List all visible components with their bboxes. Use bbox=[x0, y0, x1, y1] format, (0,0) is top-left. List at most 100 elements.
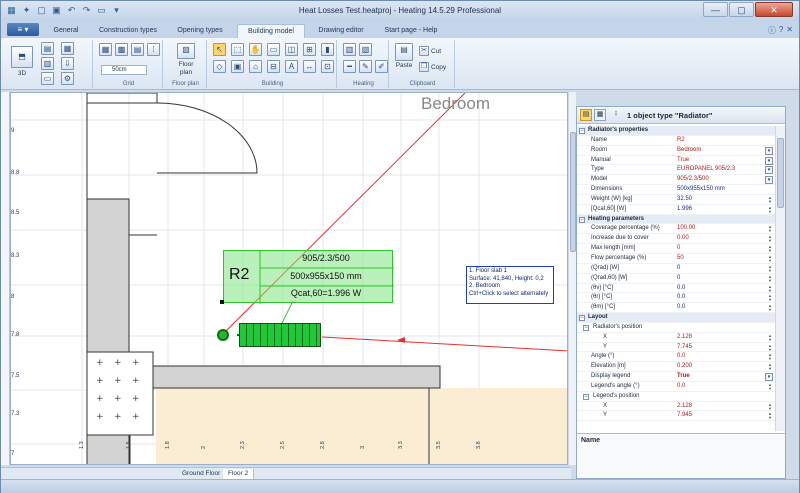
property-row[interactable]: Coverage percentage (%) 100.00 ▲ ▼ bbox=[577, 224, 785, 235]
grid-snap-icon[interactable]: ▦ bbox=[99, 43, 112, 56]
collapse-icon[interactable]: − bbox=[579, 315, 585, 322]
property-value[interactable]: 0.200 bbox=[677, 362, 692, 372]
room-name-label[interactable]: Bedroom bbox=[421, 94, 490, 114]
spinner-icon[interactable]: ▲ ▼ bbox=[767, 382, 773, 391]
property-value[interactable]: 0.00 bbox=[677, 234, 689, 244]
tab-ground-floor[interactable]: Ground Floor bbox=[177, 469, 227, 479]
property-value[interactable]: 0.0 bbox=[677, 352, 685, 362]
spinner-icon[interactable]: ▲ ▼ bbox=[767, 402, 773, 411]
room-icon[interactable]: ▣ bbox=[231, 60, 244, 73]
radiator-node[interactable] bbox=[217, 329, 229, 341]
grid-size-select[interactable]: 50cm bbox=[101, 65, 147, 75]
property-row[interactable]: Model 905/2.3/500 ▾ bbox=[577, 175, 785, 186]
property-value[interactable]: 0 bbox=[677, 244, 680, 254]
property-section[interactable]: − Heating parameters bbox=[577, 214, 785, 225]
image-icon[interactable]: ▦ bbox=[61, 42, 74, 55]
property-value[interactable]: True bbox=[677, 156, 689, 166]
floor-plan-icon[interactable]: ▧ bbox=[177, 43, 195, 59]
radiator-tool-icon[interactable]: ▥ bbox=[343, 43, 356, 56]
property-row[interactable]: Y 7.945 ▲ ▼ bbox=[577, 411, 785, 422]
alphabetical-icon[interactable]: ▦ bbox=[594, 109, 606, 121]
property-row[interactable]: Display legend True ▾ bbox=[577, 372, 785, 382]
property-row[interactable]: Name R2 bbox=[577, 136, 785, 146]
tab-opening-types[interactable]: Opening types bbox=[169, 24, 231, 38]
dropdown-icon[interactable]: ▾ bbox=[765, 156, 773, 165]
export-icon[interactable]: ⇩ bbox=[61, 57, 74, 70]
property-value[interactable]: 2.128 bbox=[677, 333, 692, 343]
spinner-icon[interactable]: ▲ ▼ bbox=[767, 343, 773, 352]
spinner-icon[interactable]: ▲ ▼ bbox=[767, 353, 773, 361]
property-value[interactable]: True bbox=[677, 372, 690, 382]
copy-icon[interactable]: ❐ bbox=[419, 62, 429, 72]
property-row[interactable]: Legend's angle (°) 0.0 ▲ ▼ bbox=[577, 382, 785, 392]
spinner-icon[interactable]: ▲ ▼ bbox=[767, 294, 773, 302]
dropdown-icon[interactable]: ▾ bbox=[765, 176, 773, 185]
radiator-r2[interactable] bbox=[239, 323, 321, 347]
boiler-icon[interactable]: ▧ bbox=[359, 43, 372, 56]
property-row[interactable]: Room Bedroom ▾ bbox=[577, 146, 785, 156]
pencil-icon[interactable]: ✎ bbox=[359, 60, 372, 73]
collapse-icon[interactable]: − bbox=[579, 128, 585, 134]
roof-icon[interactable]: ⌂ bbox=[249, 60, 262, 73]
screen-icon[interactable]: ▭ bbox=[41, 72, 54, 85]
property-row[interactable]: (θv) [°C] 0.0 ▲ ▼ bbox=[577, 284, 785, 294]
column-icon[interactable]: ▮ bbox=[321, 43, 334, 56]
tab-general[interactable]: General bbox=[46, 24, 86, 38]
property-section[interactable]: − Layout bbox=[577, 313, 785, 323]
property-row[interactable]: Increase due to cover 0.00 ▲ ▼ bbox=[577, 234, 785, 245]
sort-icon[interactable]: ↕ bbox=[610, 109, 622, 121]
property-row[interactable]: Weight (W) [kg] 32.50 ▲ ▼ bbox=[577, 195, 785, 205]
pipe-icon[interactable]: ━ bbox=[343, 60, 356, 73]
multi-select-icon[interactable]: ⬚ bbox=[231, 43, 244, 56]
paste-icon[interactable]: ▤ bbox=[395, 43, 413, 61]
spinner-icon[interactable]: ▲ ▼ bbox=[767, 304, 773, 312]
copy-label[interactable]: Copy bbox=[431, 64, 446, 72]
property-row[interactable]: (Qrad) [W] 0 ▲ ▼ bbox=[577, 264, 785, 274]
door-icon[interactable]: ◫ bbox=[285, 43, 298, 56]
grid-lines-icon[interactable]: ▤ bbox=[131, 43, 144, 56]
tab-start-page-help[interactable]: Start page - Help bbox=[377, 24, 445, 38]
property-value[interactable]: 0 bbox=[677, 274, 680, 284]
legend-handle[interactable] bbox=[220, 300, 224, 304]
property-section[interactable]: − Legend's position bbox=[577, 392, 785, 402]
3d-view-icon[interactable]: ⬒ bbox=[11, 46, 33, 68]
property-row[interactable]: X 2.128 ▲ ▼ bbox=[577, 333, 785, 343]
property-value[interactable]: Bedroom bbox=[677, 146, 701, 156]
property-value[interactable]: 905/2.3/500 bbox=[677, 175, 709, 185]
property-value[interactable]: EUROPANEL 905/2.3 bbox=[677, 165, 735, 175]
window-tool-icon[interactable]: ⊞ bbox=[303, 43, 316, 56]
spinner-icon[interactable]: ▲ ▼ bbox=[767, 412, 773, 420]
property-value[interactable]: 50 bbox=[677, 254, 684, 264]
collapse-icon[interactable]: − bbox=[583, 324, 589, 331]
property-value[interactable]: 7.745 bbox=[677, 343, 692, 353]
property-value[interactable]: 0.0 bbox=[677, 382, 685, 392]
property-row[interactable]: Max length [mm] 0 ▲ ▼ bbox=[577, 244, 785, 254]
dropdown-icon[interactable]: ▾ bbox=[765, 373, 773, 382]
spinner-icon[interactable]: ▲ ▼ bbox=[767, 235, 773, 243]
spinner-icon[interactable]: ▲ ▼ bbox=[767, 284, 773, 293]
property-row[interactable]: (θr) [°C] 0.0 ▲ ▼ bbox=[577, 293, 785, 304]
slab-icon[interactable]: ◇ bbox=[213, 60, 226, 73]
symbol-icon[interactable]: ⊡ bbox=[321, 60, 334, 73]
property-value[interactable]: 0 bbox=[677, 264, 680, 274]
spinner-icon[interactable]: ▲ ▼ bbox=[767, 274, 773, 283]
help-icon[interactable]: ? bbox=[779, 25, 783, 36]
property-value[interactable]: 0.0 bbox=[677, 293, 685, 303]
property-value[interactable]: 100.00 bbox=[677, 224, 695, 234]
app-menu-button[interactable]: ≡ ▾ bbox=[7, 23, 39, 36]
property-row[interactable]: Dimensions 500x955x150 mm bbox=[577, 185, 785, 195]
cut-icon[interactable]: ✂ bbox=[419, 46, 429, 56]
property-row[interactable]: Type EUROPANEL 905/2.3 ▾ bbox=[577, 165, 785, 176]
property-section[interactable]: − Radiator's position bbox=[577, 323, 785, 333]
properties-scrollbar[interactable] bbox=[775, 126, 785, 431]
maximize-button[interactable]: ▢ bbox=[729, 2, 754, 17]
spinner-icon[interactable]: ▲ ▼ bbox=[767, 205, 773, 214]
grid-show-icon[interactable]: ▩ bbox=[115, 43, 128, 56]
property-row[interactable]: Flow percentage (%) 50 ▲ ▼ bbox=[577, 254, 785, 264]
spinner-icon[interactable]: ▲ ▼ bbox=[767, 195, 773, 204]
settings-icon[interactable]: ⚙ bbox=[61, 72, 74, 85]
text-icon[interactable]: A bbox=[285, 60, 298, 73]
info-icon[interactable]: ⓘ bbox=[768, 25, 776, 36]
property-value[interactable]: 2.128 bbox=[677, 402, 692, 412]
property-row[interactable]: Angle (°) 0.0 ▲ ▼ bbox=[577, 352, 785, 363]
